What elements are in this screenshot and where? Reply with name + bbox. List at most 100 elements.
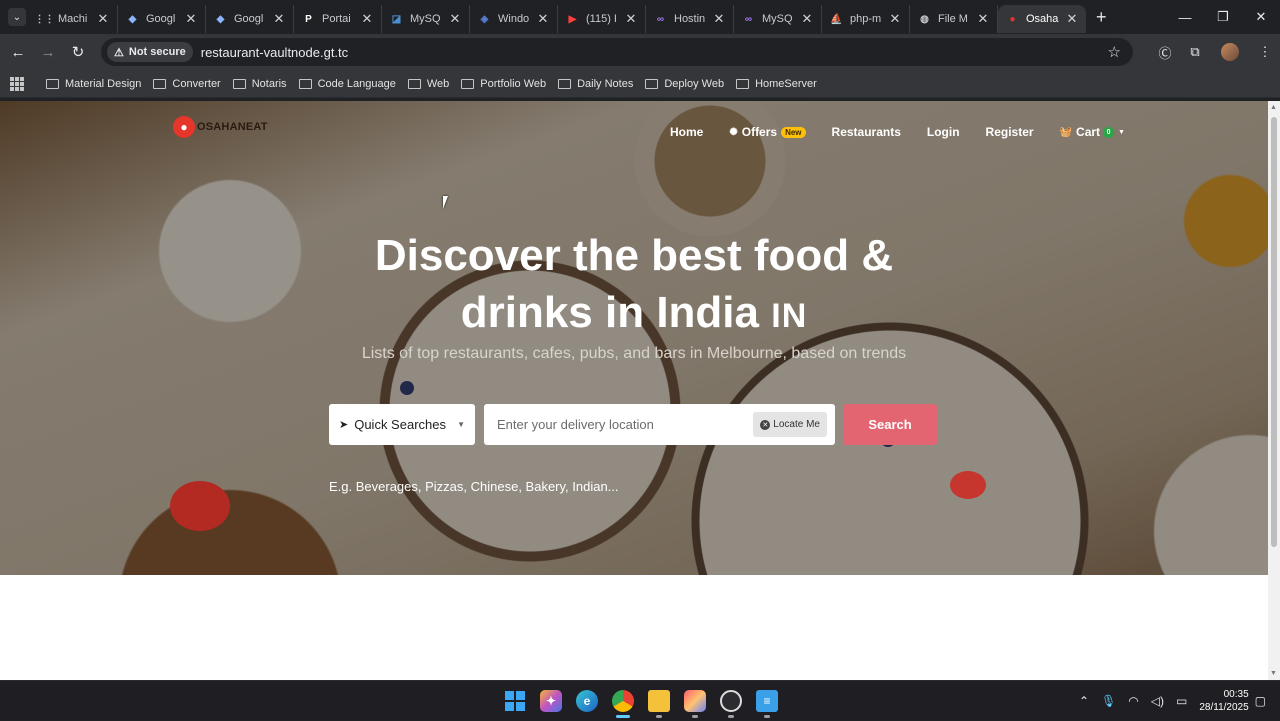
headline-line2: drinks in India bbox=[460, 288, 760, 337]
scroll-down-icon[interactable]: ▼ bbox=[1270, 670, 1277, 677]
wifi-icon[interactable]: ◠ bbox=[1128, 694, 1138, 708]
profile-avatar[interactable] bbox=[1210, 37, 1250, 67]
battery-icon[interactable]: ▭ bbox=[1176, 694, 1187, 708]
start-button[interactable] bbox=[497, 683, 533, 719]
reload-icon[interactable]: ↻ bbox=[63, 37, 93, 67]
back-icon[interactable]: ← bbox=[3, 37, 33, 67]
scroll-up-icon[interactable]: ▲ bbox=[1270, 104, 1277, 111]
tab-close-icon[interactable]: ✕ bbox=[97, 11, 109, 27]
url-text[interactable]: restaurant-vaultnode.gt.tc bbox=[201, 45, 348, 60]
speaker-icon[interactable]: ◁) bbox=[1151, 694, 1164, 708]
tab-close-icon[interactable]: ✕ bbox=[977, 11, 989, 27]
search-button[interactable]: Search bbox=[843, 404, 937, 445]
edge-app[interactable]: e bbox=[569, 683, 605, 719]
browser-tab[interactable]: P Portai ✕ bbox=[294, 5, 382, 33]
nav-login[interactable]: Login bbox=[927, 125, 960, 139]
tab-close-icon[interactable]: ✕ bbox=[889, 11, 901, 27]
nav-register[interactable]: Register bbox=[986, 125, 1034, 139]
tab-title: php-m bbox=[850, 13, 882, 25]
browser-tab[interactable]: ∞ Hostin ✕ bbox=[646, 5, 734, 33]
notepad-app[interactable]: ≡ bbox=[749, 683, 785, 719]
tab-favicon-icon: ◪ bbox=[391, 13, 402, 25]
site-logo[interactable]: ● OSAHANEAT bbox=[173, 116, 268, 138]
browser-tab[interactable]: ⛵ php-m ✕ bbox=[822, 5, 910, 33]
bookmark-folder[interactable]: Material Design bbox=[46, 78, 141, 90]
bookmark-folder[interactable]: Daily Notes bbox=[558, 78, 633, 90]
nav-restaurants[interactable]: Restaurants bbox=[832, 125, 901, 139]
tab-close-icon[interactable]: ✕ bbox=[361, 11, 373, 27]
browser-tab[interactable]: ◆ Googl ✕ bbox=[118, 5, 206, 33]
quick-searches-dropdown[interactable]: ➤ Quick Searches ▼ bbox=[329, 404, 475, 445]
tab-close-icon[interactable]: ✕ bbox=[537, 11, 549, 27]
browser-tab[interactable]: ◆ Googl ✕ bbox=[206, 5, 294, 33]
browser-tab[interactable]: ◈ Windo ✕ bbox=[470, 5, 558, 33]
browser-tab[interactable]: ⋮⋮ Machi ✕ bbox=[30, 5, 118, 33]
tab-close-icon[interactable]: ✕ bbox=[713, 11, 725, 27]
clock-time: 00:35 bbox=[1223, 689, 1249, 700]
locate-me-button[interactable]: ✕ Locate Me bbox=[753, 412, 827, 437]
photos-app[interactable] bbox=[677, 683, 713, 719]
logo-text: OSAHANEAT bbox=[197, 121, 268, 133]
clock[interactable]: 00:35 28/11/2025 bbox=[1199, 688, 1248, 714]
bookmark-folder[interactable]: Code Language bbox=[298, 78, 396, 90]
browser-tab[interactable]: ▶ (115) I ✕ bbox=[558, 5, 646, 33]
menu-kebab-icon[interactable]: ⋮ bbox=[1250, 37, 1280, 67]
tab-favicon-icon: ● bbox=[1009, 13, 1016, 25]
forward-icon[interactable]: → bbox=[33, 37, 63, 67]
browser-tab[interactable]: ◪ MySQ ✕ bbox=[382, 5, 470, 33]
tab-close-icon[interactable]: ✕ bbox=[273, 11, 285, 27]
address-bar[interactable]: ⚠ Not secure restaurant-vaultnode.gt.tc … bbox=[101, 38, 1133, 66]
bookmark-folder[interactable]: Web bbox=[407, 78, 449, 90]
browser-tab[interactable]: ∞ MySQ ✕ bbox=[734, 5, 822, 33]
bookmark-star-icon[interactable]: ☆ bbox=[1108, 43, 1121, 61]
chevron-up-icon[interactable]: ⌃ bbox=[1079, 694, 1089, 708]
obs-app[interactable] bbox=[713, 683, 749, 719]
tab-search-icon[interactable]: ⌄ bbox=[8, 8, 26, 26]
tab-close-icon[interactable]: ✕ bbox=[625, 11, 637, 27]
bookmark-list: Material Design Converter Notaris Code Lang… bbox=[34, 78, 817, 90]
bookmark-folder[interactable]: Portfolio Web bbox=[461, 78, 546, 90]
bookmark-folder[interactable]: Notaris bbox=[232, 78, 287, 90]
copilot-app[interactable]: ✦ bbox=[533, 683, 569, 719]
headline-line1: Discover the best food & bbox=[374, 231, 894, 280]
tab-strip: ⌄ ⋮⋮ Machi ✕ ◆ Googl ✕ ◆ Googl ✕ P Portai ✕ ◪ MySQ ✕ ◈ W… bbox=[0, 0, 1280, 34]
tab-close-icon[interactable]: ✕ bbox=[449, 11, 461, 27]
browser-tab[interactable]: ◍ File M ✕ bbox=[910, 5, 998, 33]
tab-close-icon[interactable]: ✕ bbox=[801, 11, 813, 27]
minimize-icon[interactable]: — bbox=[1166, 0, 1204, 34]
tab-close-icon[interactable]: ✕ bbox=[1066, 11, 1078, 27]
nav-offers[interactable]: ✺ Offers New bbox=[729, 125, 806, 139]
chevron-down-icon: ▼ bbox=[1118, 128, 1125, 136]
new-tab-icon[interactable]: + bbox=[1096, 7, 1107, 28]
warning-icon: ⚠ bbox=[114, 46, 124, 59]
file-explorer-app[interactable] bbox=[641, 683, 677, 719]
bookmark-folder[interactable]: HomeServer bbox=[736, 78, 817, 90]
tab-favicon-icon: ◆ bbox=[216, 13, 225, 25]
bookmark-folder[interactable]: Converter bbox=[153, 78, 221, 90]
chrome-app[interactable] bbox=[605, 683, 641, 719]
page-scrollbar[interactable]: ▲ ▼ bbox=[1268, 101, 1280, 680]
microphone-icon[interactable]: 🎙 bbox=[1101, 694, 1116, 708]
security-badge[interactable]: ⚠ Not secure bbox=[107, 42, 193, 62]
locate-me-label: Locate Me bbox=[773, 419, 820, 430]
tab-close-icon[interactable]: ✕ bbox=[185, 11, 197, 27]
tab-title: (115) I bbox=[586, 13, 617, 25]
tabs: ⋮⋮ Machi ✕ ◆ Googl ✕ ◆ Googl ✕ P Portai ✕ ◪ MySQ ✕ ◈ Win… bbox=[30, 0, 1086, 34]
bookmark-folder[interactable]: Deploy Web bbox=[645, 78, 724, 90]
nav-cart[interactable]: 🧺 Cart 0 ▼ bbox=[1060, 125, 1125, 139]
quick-searches-label: Quick Searches bbox=[354, 417, 446, 432]
location-input[interactable] bbox=[497, 417, 737, 432]
scroll-thumb[interactable] bbox=[1271, 117, 1277, 547]
apps-grid-icon[interactable] bbox=[10, 76, 24, 91]
notification-icon[interactable]: ▢ bbox=[1255, 694, 1266, 708]
close-window-icon[interactable]: ✕ bbox=[1242, 0, 1280, 34]
restore-icon[interactable]: ❐ bbox=[1204, 0, 1242, 34]
location-field: ✕ Locate Me bbox=[484, 404, 835, 445]
extensions-puzzle-icon[interactable]: ⧉ bbox=[1180, 37, 1210, 67]
folder-icon bbox=[648, 690, 670, 712]
bookmarks-bar: Material Design Converter Notaris Code Lang… bbox=[0, 70, 1280, 98]
cart-count-badge: 0 bbox=[1103, 126, 1115, 138]
nav-home[interactable]: Home bbox=[670, 125, 703, 139]
extension-c-icon[interactable]: Ⓒ bbox=[1150, 37, 1180, 67]
browser-tab[interactable]: ● Osaha ✕ bbox=[998, 5, 1086, 33]
